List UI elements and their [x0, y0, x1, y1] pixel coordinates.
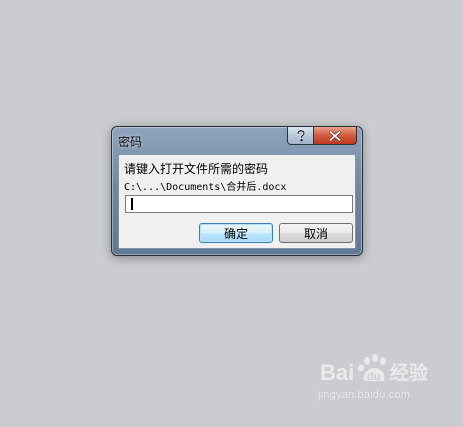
close-icon — [329, 130, 341, 141]
ok-button[interactable]: 确定 — [199, 223, 273, 243]
caption-buttons — [287, 127, 357, 145]
watermark-url: jingyan.baidu.com — [318, 389, 411, 401]
svg-text:du: du — [367, 371, 380, 383]
text-caret — [131, 198, 133, 210]
baidu-jingyan-watermark: Bai du 经验 jingyan.baidu.com — [318, 349, 448, 409]
question-mark-icon — [296, 129, 306, 142]
baidu-logo-icon: Bai du 经验 — [320, 354, 429, 385]
svg-text:Bai: Bai — [320, 360, 354, 385]
file-path-label: C:\...\Documents\合并后.docx — [124, 182, 287, 193]
dialog-title: 密码 — [118, 135, 143, 149]
cancel-button[interactable]: 取消 — [279, 223, 353, 243]
password-dialog: 密码 请键入打开文件所需的密码 C:\...\Documents\合并后.doc… — [111, 126, 363, 256]
help-button[interactable] — [287, 127, 313, 145]
close-button[interactable] — [313, 127, 357, 145]
password-input[interactable] — [125, 195, 353, 213]
dialog-client-area: 请键入打开文件所需的密码 C:\...\Documents\合并后.docx 确… — [118, 154, 356, 249]
dialog-titlebar[interactable]: 密码 — [112, 127, 362, 153]
svg-text:经验: 经验 — [390, 361, 429, 384]
password-prompt-label: 请键入打开文件所需的密码 — [124, 162, 269, 176]
